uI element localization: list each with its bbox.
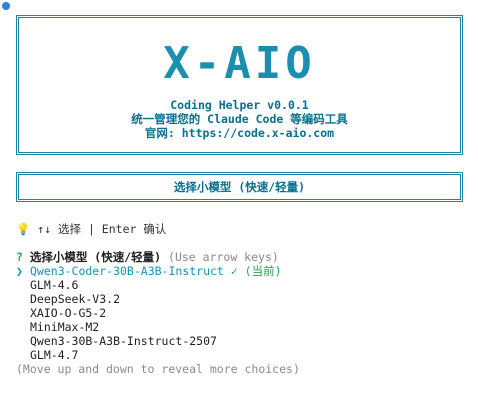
option-label: DeepSeek-V3.2 bbox=[30, 292, 121, 306]
welcome-banner: X-AIO Coding Helper v0.0.1 统一管理您的 Claude… bbox=[16, 15, 463, 155]
option-label: GLM-4.7 bbox=[30, 348, 79, 362]
option-label: GLM-4.6 bbox=[30, 278, 79, 292]
scroll-hint: (Move up and down to reveal more choices… bbox=[16, 362, 300, 376]
option-minimax-m2[interactable]: MiniMax-M2 bbox=[16, 320, 282, 334]
option-label: Qwen3-30B-A3B-Instruct-2507 bbox=[30, 334, 217, 348]
keyboard-hint-text: ↑↓ 选择 | Enter 确认 bbox=[37, 222, 167, 236]
window-indicator-dot bbox=[2, 2, 10, 10]
lightbulb-icon: 💡 bbox=[16, 222, 31, 236]
option-xaio-o-g5-2[interactable]: XAIO-O-G5-2 bbox=[16, 306, 282, 320]
option-qwen3-coder[interactable]: ❯ Qwen3-Coder-30B-A3B-Instruct ✓ (当前) bbox=[16, 264, 282, 278]
app-description: 统一管理您的 Claude Code 等编码工具 bbox=[131, 112, 348, 126]
option-deepseek-v3-2[interactable]: DeepSeek-V3.2 bbox=[16, 292, 282, 306]
option-glm-4-7[interactable]: GLM-4.7 bbox=[16, 348, 282, 362]
app-version: Coding Helper v0.0.1 bbox=[170, 98, 309, 112]
prompt-line: ? 选择小模型 (快速/轻量) (Use arrow keys) bbox=[16, 250, 279, 264]
pointer-icon: ❯ bbox=[16, 264, 23, 278]
current-badge: ✓ (当前) bbox=[230, 264, 282, 278]
section-title: 选择小模型 (快速/轻量) bbox=[16, 172, 463, 202]
prompt-label: 选择小模型 (快速/轻量) bbox=[29, 250, 162, 264]
app-logo: X-AIO bbox=[163, 38, 316, 89]
option-qwen3-30b[interactable]: Qwen3-30B-A3B-Instruct-2507 bbox=[16, 334, 282, 348]
option-glm-4-6[interactable]: GLM-4.6 bbox=[16, 278, 282, 292]
question-mark-icon: ? bbox=[16, 250, 23, 264]
prompt-help: (Use arrow keys) bbox=[168, 250, 279, 264]
model-options-list: ❯ Qwen3-Coder-30B-A3B-Instruct ✓ (当前) GLM… bbox=[16, 264, 282, 362]
option-label: MiniMax-M2 bbox=[30, 320, 100, 334]
option-label: Qwen3-Coder-30B-A3B-Instruct bbox=[30, 264, 224, 278]
option-label: XAIO-O-G5-2 bbox=[30, 306, 107, 320]
keyboard-hint: 💡 ↑↓ 选择 | Enter 确认 bbox=[16, 221, 166, 237]
app-website: 官网: https://code.x-aio.com bbox=[144, 126, 335, 140]
